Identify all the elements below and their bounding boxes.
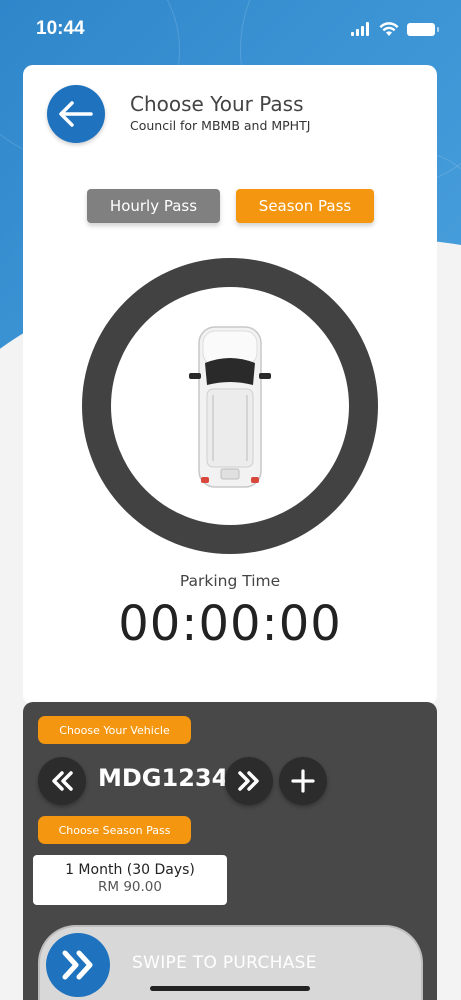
page-title: Choose Your Pass (130, 92, 304, 116)
vehicle-plate: MDG1234 (98, 764, 229, 792)
car-top-view-icon (189, 326, 271, 488)
wifi-icon (379, 21, 399, 36)
parking-time-value: 00:00:00 (118, 596, 342, 652)
add-vehicle-button[interactable] (279, 757, 327, 805)
double-chevron-right-icon (238, 771, 259, 791)
status-bar: 10:44 (0, 0, 461, 58)
season-pass-option[interactable]: 1 Month (30 Days) RM 90.00 (33, 855, 227, 905)
double-chevron-right-icon (62, 950, 93, 980)
arrow-left-icon (59, 101, 93, 127)
plus-icon (291, 769, 315, 793)
season-duration: 1 Month (30 Days) (65, 862, 195, 878)
hourly-pass-tab[interactable]: Hourly Pass (87, 189, 220, 223)
choose-vehicle-tag: Choose Your Vehicle (38, 716, 191, 744)
previous-vehicle-button[interactable] (38, 757, 86, 805)
next-vehicle-button[interactable] (225, 757, 273, 805)
parking-time-label: Parking Time (179, 572, 281, 590)
choose-season-pass-tag: Choose Season Pass (38, 816, 191, 844)
pass-card: Choose Your Pass Council for MBMB and MP… (23, 65, 437, 705)
bottom-panel: Choose Your Vehicle MDG1234 Choose Seaso… (23, 702, 437, 1000)
back-button[interactable] (47, 85, 105, 143)
swipe-handle[interactable] (46, 933, 110, 997)
season-price: RM 90.00 (98, 879, 162, 895)
status-time: 10:44 (36, 18, 85, 39)
home-indicator (150, 986, 310, 991)
signal-icon (351, 22, 369, 36)
double-chevron-left-icon (52, 771, 73, 791)
page-subtitle: Council for MBMB and MPHTJ (130, 118, 311, 133)
swipe-label: SWIPE TO PURCHASE (132, 953, 317, 973)
battery-icon (407, 22, 439, 36)
season-pass-tab[interactable]: Season Pass (236, 189, 374, 223)
